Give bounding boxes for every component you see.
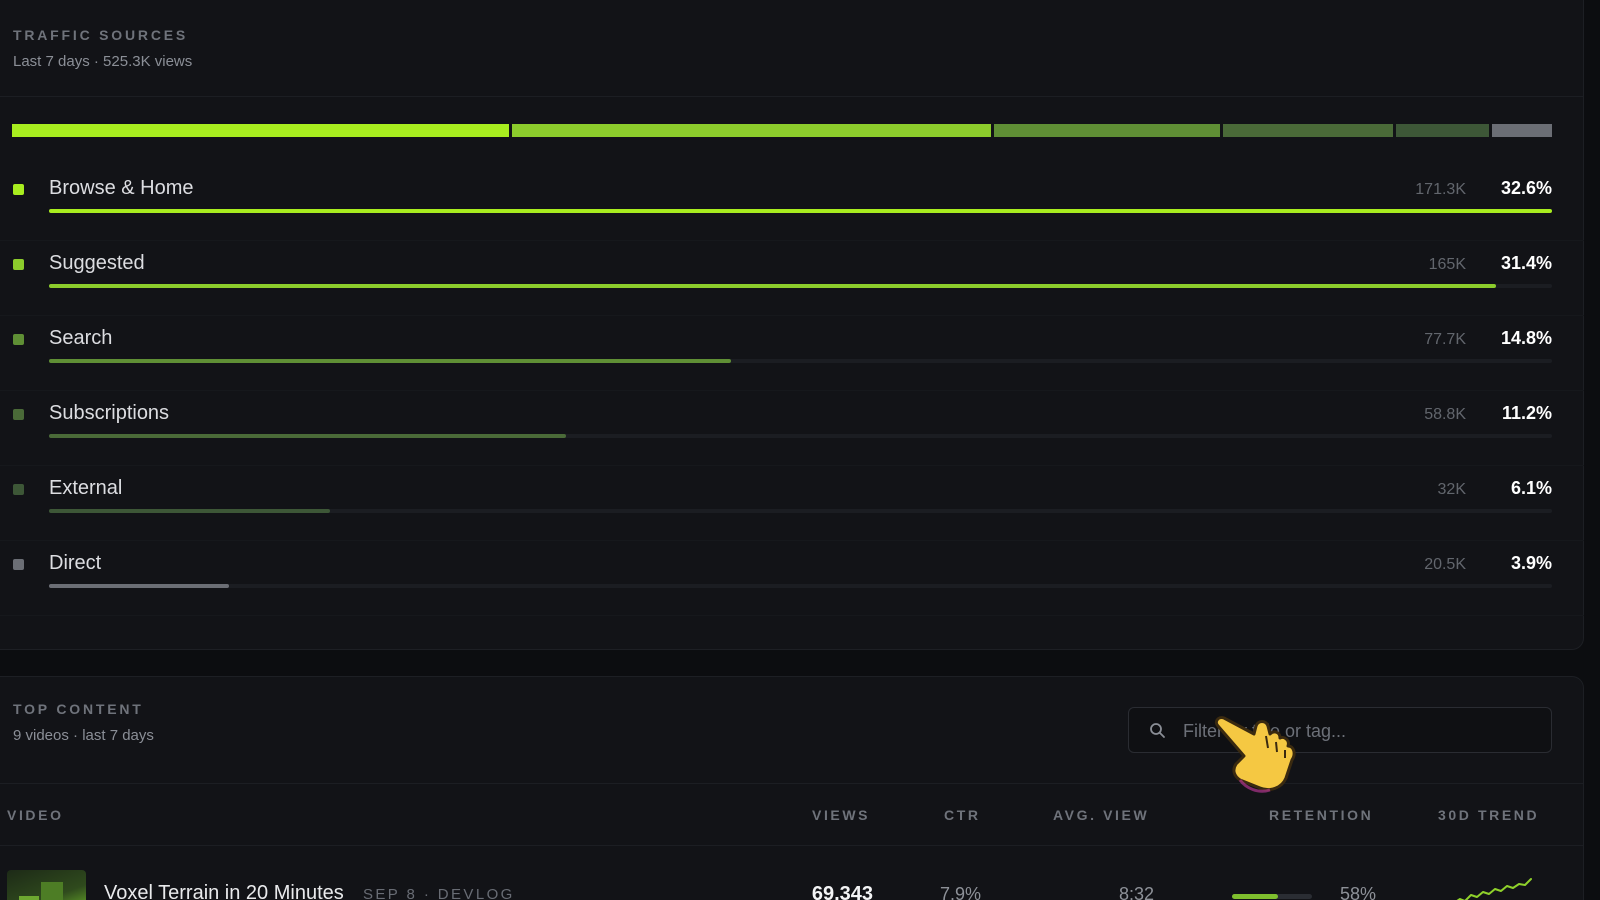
stacked-bar-segment <box>993 124 1220 137</box>
column-header-views[interactable]: VIEWS <box>812 807 870 823</box>
source-share-bar <box>49 584 1552 588</box>
video-meta: SEP 8 · DEVLOG <box>363 886 515 900</box>
stacked-bar-segment <box>1492 124 1552 137</box>
traffic-source-row[interactable]: Browse & Home 171.3K 32.6% <box>0 164 1584 241</box>
source-name: Suggested <box>49 252 145 274</box>
source-views: 77.7K <box>1424 331 1466 348</box>
legend-swatch <box>13 184 24 195</box>
column-header-ctr[interactable]: CTR <box>944 807 981 823</box>
top-content-title: TOP CONTENT <box>13 701 144 717</box>
traffic-sources-title: TRAFFIC SOURCES <box>13 27 188 43</box>
column-header-retention[interactable]: RETENTION <box>1269 807 1373 823</box>
source-share-bar-fill <box>49 509 331 513</box>
divider <box>0 96 1583 97</box>
video-row[interactable]: Voxel Terrain in 20 Minutes SEP 8 · DEVL… <box>0 863 1584 900</box>
source-name: Search <box>49 327 113 349</box>
source-share-bar-fill <box>49 584 230 588</box>
filter-input[interactable] <box>1183 718 1523 744</box>
column-header-30d-trend[interactable]: 30D TREND <box>1438 807 1539 823</box>
traffic-source-row[interactable]: Suggested 165K 31.4% <box>0 239 1584 316</box>
video-ctr: 7.9% <box>939 884 981 900</box>
source-share-bar-fill <box>49 209 1552 213</box>
source-share-bar <box>49 359 1552 363</box>
source-views: 171.3K <box>1415 181 1466 198</box>
source-percent: 6.1% <box>1510 478 1552 498</box>
source-name: External <box>49 477 123 499</box>
source-views: 165K <box>1428 256 1466 273</box>
video-retention: 58% <box>1339 884 1376 900</box>
source-share-bar-fill <box>49 359 732 363</box>
stacked-bar-segment <box>12 124 510 137</box>
column-header-video[interactable]: VIDEO <box>7 807 64 823</box>
source-name: Direct <box>49 552 102 574</box>
video-views: 69,343 <box>811 883 873 900</box>
source-share-bar <box>49 434 1552 438</box>
legend-swatch <box>13 259 24 270</box>
source-share-bar <box>49 284 1552 288</box>
row-divider <box>0 615 1584 616</box>
source-share-bar <box>49 509 1552 513</box>
video-thumbnail[interactable] <box>7 870 86 900</box>
legend-swatch <box>13 409 24 420</box>
video-title[interactable]: Voxel Terrain in 20 Minutes <box>104 882 344 900</box>
source-percent: 31.4% <box>1500 253 1552 273</box>
source-share-bar-fill <box>49 434 567 438</box>
traffic-source-row[interactable]: External 32K 6.1% <box>0 464 1584 541</box>
traffic-sources-panel: TRAFFIC SOURCES Last 7 days · 525.3K vie… <box>0 0 1584 650</box>
source-share-bar-fill <box>49 284 1497 288</box>
traffic-source-row[interactable]: Search 77.7K 14.8% <box>0 314 1584 391</box>
traffic-source-row[interactable]: Direct 20.5K 3.9% <box>0 539 1584 616</box>
divider <box>0 845 1583 846</box>
legend-swatch <box>13 334 24 345</box>
stacked-bar-segment <box>1222 124 1394 137</box>
stacked-bar-segment <box>1396 124 1490 137</box>
source-percent: 14.8% <box>1500 328 1552 348</box>
source-name: Subscriptions <box>49 402 170 424</box>
source-name: Browse & Home <box>49 177 194 199</box>
top-content-subtitle: 9 videos · last 7 days <box>13 727 154 744</box>
source-share-bar <box>49 209 1552 213</box>
column-header-avg-view[interactable]: AVG. VIEW <box>1053 807 1149 823</box>
source-percent: 32.6% <box>1500 178 1552 198</box>
legend-swatch <box>13 484 24 495</box>
stacked-bar-segment <box>512 124 991 137</box>
divider <box>0 783 1583 784</box>
filter-search-box[interactable] <box>1128 707 1552 753</box>
traffic-source-row[interactable]: Subscriptions 58.8K 11.2% <box>0 389 1584 466</box>
traffic-share-stacked-bar <box>12 124 1552 137</box>
legend-swatch <box>13 559 24 570</box>
top-content-panel: TOP CONTENT 9 videos · last 7 days VIDEO… <box>0 676 1584 900</box>
source-views: 20.5K <box>1424 556 1466 573</box>
trend-sparkline <box>1456 878 1532 900</box>
search-icon <box>1150 723 1165 738</box>
source-percent: 3.9% <box>1510 553 1552 573</box>
source-percent: 11.2% <box>1501 403 1552 423</box>
retention-bar-fill <box>1232 894 1279 899</box>
source-views: 58.8K <box>1424 406 1466 423</box>
video-avg-view: 8:32 <box>1118 884 1154 900</box>
source-views: 32K <box>1437 481 1466 498</box>
traffic-sources-subtitle: Last 7 days · 525.3K views <box>13 53 193 70</box>
retention-bar <box>1232 894 1312 899</box>
